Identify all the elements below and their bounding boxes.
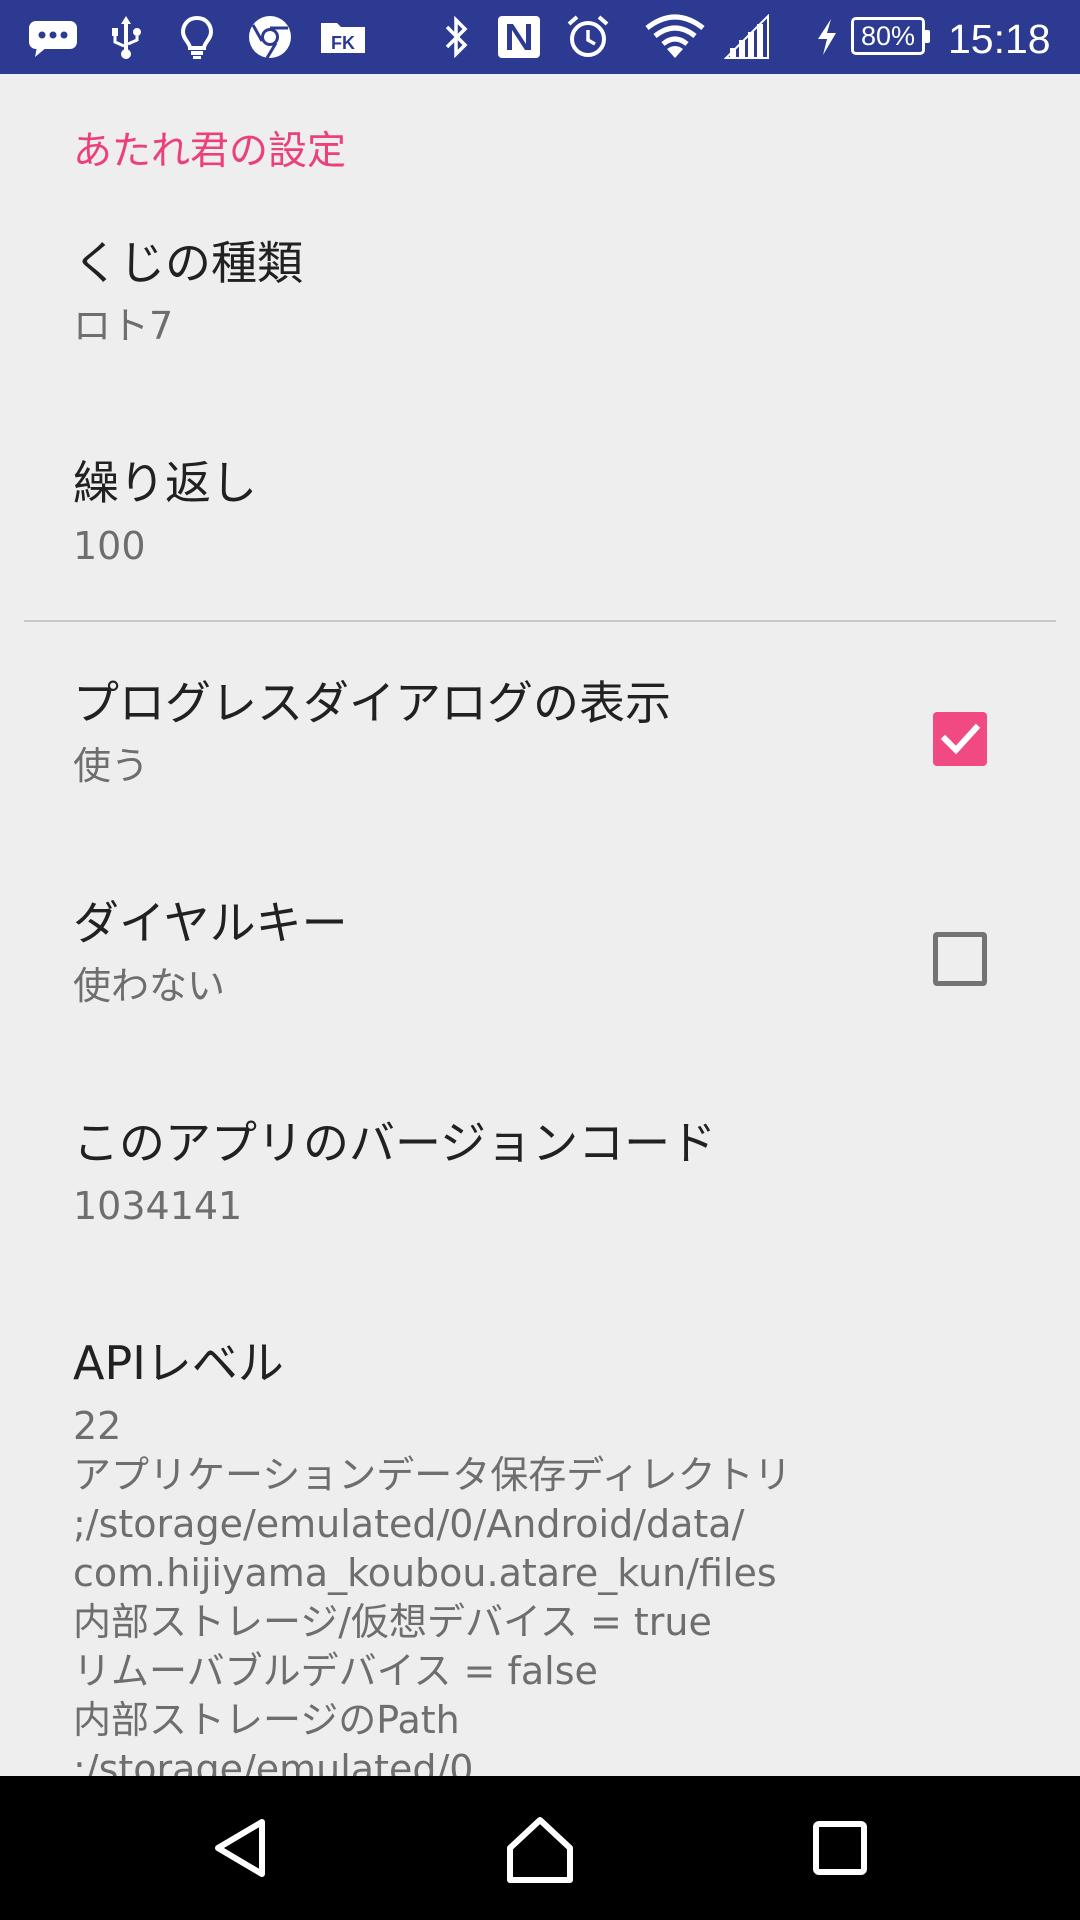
pref-title: くじの種類	[73, 236, 303, 290]
pref-progress-dialog[interactable]: プログレスダイアログの表示 使う	[0, 666, 1080, 846]
navigation-bar	[0, 1776, 1080, 1920]
pref-summary: 使う	[73, 744, 150, 788]
pref-title: プログレスダイアログの表示	[73, 676, 671, 730]
progress-dialog-checkbox[interactable]	[933, 712, 987, 766]
usb-icon	[104, 0, 148, 74]
category-header: あたれ君の設定	[73, 129, 347, 174]
svg-text:FK: FK	[331, 33, 355, 53]
pref-summary: ロト7	[73, 304, 174, 348]
pref-summary: 100	[73, 524, 146, 568]
cell-signal-icon	[722, 0, 772, 74]
messaging-icon	[26, 0, 80, 74]
pref-summary: 使わない	[73, 964, 226, 1008]
pref-title: 繰り返し	[73, 456, 257, 510]
wifi-icon	[644, 0, 706, 74]
chrome-icon	[246, 0, 294, 74]
home-icon	[507, 1817, 573, 1883]
recents-icon	[813, 1821, 867, 1875]
home-button[interactable]	[502, 1810, 578, 1886]
lightbulb-icon	[176, 0, 218, 74]
pref-api-level[interactable]: APIレベル 22 アプリケーションデータ保存ディレクトリ ;/storage/…	[0, 1326, 1080, 1776]
status-clock: 15:18	[948, 16, 1051, 62]
divider	[24, 620, 1056, 622]
checkmark-icon	[940, 723, 981, 755]
settings-list[interactable]: あたれ君の設定 くじの種類 ロト7 繰り返し 100 プログレスダイアログの表示…	[0, 74, 1080, 1776]
recents-button[interactable]	[802, 1810, 878, 1886]
charging-icon	[812, 0, 842, 74]
back-button[interactable]	[204, 1810, 280, 1886]
alarm-icon	[564, 0, 612, 74]
pref-lottery-type[interactable]: くじの種類 ロト7	[0, 226, 1080, 406]
pref-summary: 1034141	[73, 1184, 243, 1228]
status-bar: FK 80% 15:18	[0, 0, 1080, 74]
pref-title: このアプリのバージョンコード	[73, 1116, 717, 1170]
pref-title: APIレベル	[73, 1336, 284, 1390]
battery-indicator: 80%	[851, 17, 930, 55]
bluetooth-icon	[440, 0, 472, 74]
back-icon	[215, 1819, 265, 1877]
pref-dial-key[interactable]: ダイヤルキー 使わない	[0, 886, 1080, 1066]
pref-repeat[interactable]: 繰り返し 100	[0, 446, 1080, 616]
pref-version-code[interactable]: このアプリのバージョンコード 1034141	[0, 1106, 1080, 1286]
pref-title: ダイヤルキー	[73, 896, 348, 950]
fk-app-icon: FK	[318, 0, 368, 74]
dial-key-checkbox[interactable]	[933, 932, 987, 986]
pref-summary: 22 アプリケーションデータ保存ディレクトリ ;/storage/emulate…	[73, 1404, 792, 1776]
nfc-icon	[494, 0, 544, 74]
